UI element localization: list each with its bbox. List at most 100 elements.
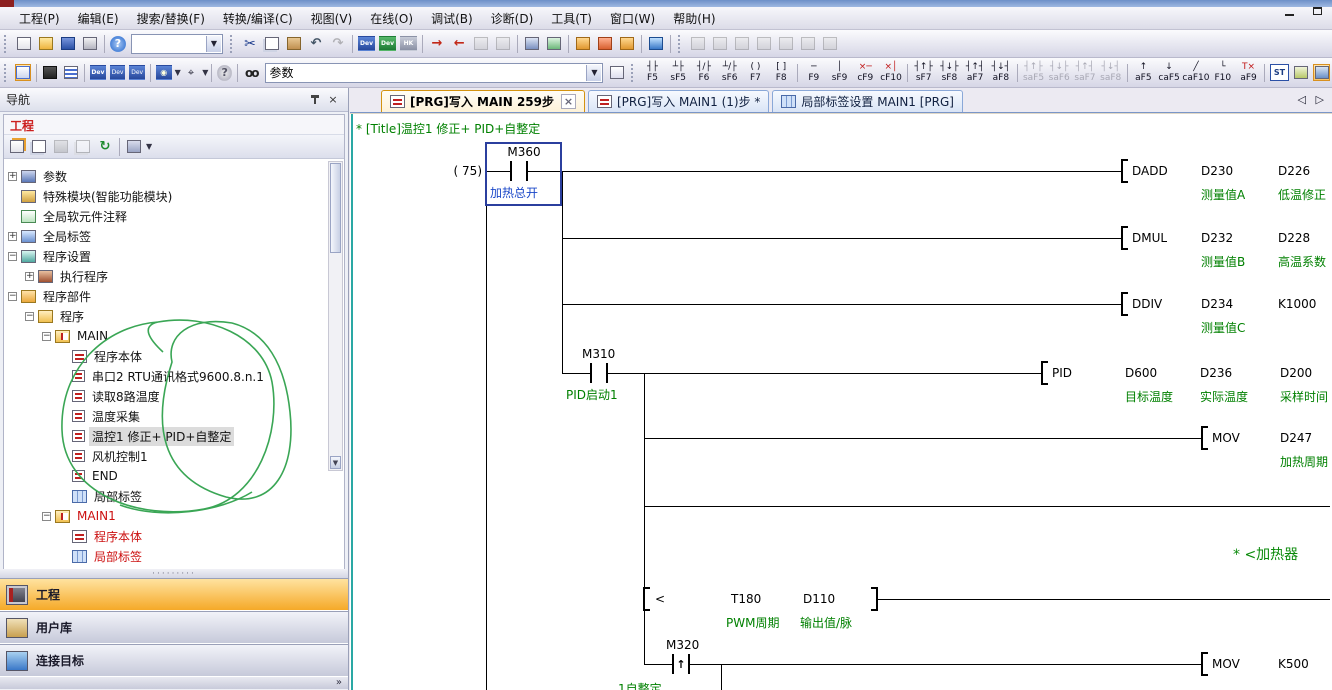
nav-user-library-button[interactable]: 用户库 <box>0 611 348 644</box>
nav-new-button[interactable] <box>8 138 26 155</box>
scrollbar-down-icon[interactable]: ▼ <box>330 456 341 469</box>
fkey-caF5-button[interactable]: ↓caF5 <box>1157 60 1182 86</box>
alarm-monitor-button[interactable] <box>821 35 839 52</box>
fkey-F5-button[interactable]: ┤├F5 <box>640 60 665 86</box>
fkey-aF8-button[interactable]: ┤↓┤aF8 <box>988 60 1013 86</box>
device-test2-button[interactable] <box>777 35 795 52</box>
cross-reference-button[interactable]: oo <box>243 64 260 81</box>
tree-item-4[interactable]: −程序设置 <box>4 246 344 266</box>
tree-item-17[interactable]: −MAIN1 <box>4 506 344 526</box>
page-find-button[interactable] <box>608 64 625 81</box>
fkey-F8-button[interactable]: [ ]F8 <box>769 60 794 86</box>
device-search-menu-button-dropdown-icon[interactable]: ▼ <box>202 68 208 77</box>
fkey-saF8-button[interactable]: ┤↓┤saF8 <box>1098 60 1123 86</box>
fkey-sF7-button[interactable]: ┤↑├sF7 <box>911 60 936 86</box>
tab-close-button[interactable]: × <box>561 94 576 109</box>
device-test-button[interactable] <box>545 35 563 52</box>
device-display-menu-button[interactable]: ◉ <box>156 65 172 80</box>
tree-item-10[interactable]: 串口2 RTU通讯格式9600.8.n.1 <box>4 366 344 386</box>
tree-expander-icon[interactable]: + <box>25 272 34 281</box>
fkey-cF9-button[interactable]: ×─cF9 <box>853 60 878 86</box>
combo-dropdown-icon[interactable]: ▼ <box>206 36 221 52</box>
help-button[interactable]: ? <box>110 36 126 52</box>
tree-item-14[interactable]: 风机控制1 <box>4 446 344 466</box>
tree-expander-icon[interactable]: − <box>42 332 51 341</box>
ladder-monitor-button[interactable] <box>689 35 707 52</box>
contact-m310[interactable] <box>590 363 608 383</box>
device-batch-find-button[interactable]: Dev <box>379 36 396 51</box>
edit-mode-button[interactable] <box>1313 64 1330 81</box>
menu-item-7[interactable]: 诊断(D) <box>482 8 543 29</box>
open-project-button[interactable] <box>37 35 55 52</box>
device-search-menu-button[interactable]: ⌖ <box>183 64 200 81</box>
restore-button[interactable] <box>1306 2 1328 19</box>
new-project-button[interactable] <box>15 35 33 52</box>
nav-copy-info-button[interactable] <box>74 138 92 155</box>
inline-st-button[interactable] <box>1293 64 1310 81</box>
menu-item-9[interactable]: 窗口(W) <box>601 8 664 29</box>
scrollbar-thumb[interactable] <box>330 163 341 253</box>
menu-item-6[interactable]: 调试(B) <box>422 8 482 29</box>
copy-button[interactable] <box>263 35 281 52</box>
tree-item-8[interactable]: −MAIN <box>4 326 344 346</box>
tab-2[interactable]: 局部标签设置 MAIN1 [PRG] <box>772 90 963 112</box>
save-project-button[interactable] <box>59 35 77 52</box>
contact-m320-rising[interactable]: ↑ <box>672 654 690 674</box>
pulse-monitor-button[interactable] <box>733 35 751 52</box>
tree-expander-icon[interactable]: − <box>42 512 51 521</box>
device-find-button[interactable]: Dev <box>358 36 375 51</box>
watch-window-button[interactable] <box>755 35 773 52</box>
minimize-button[interactable] <box>1278 2 1300 19</box>
tree-item-19[interactable]: 局部标签 <box>4 546 344 566</box>
nav-refresh-button[interactable]: ↻ <box>96 138 114 155</box>
fkey-aF5-button[interactable]: ↑aF5 <box>1131 60 1156 86</box>
ladder-editor[interactable]: * [Title]温控1 修正+ PID+自整定 ( 75) M360 加热总开… <box>350 113 1332 690</box>
tab-0[interactable]: [PRG]写入 MAIN 259步× <box>381 90 585 112</box>
menu-item-8[interactable]: 工具(T) <box>542 8 601 29</box>
tree-item-13[interactable]: 温控1 修正+ PID+自整定 <box>4 426 344 446</box>
tree-item-15[interactable]: END <box>4 466 344 486</box>
program-select-combo[interactable]: ▼ <box>131 34 223 54</box>
tree-expander-icon[interactable]: − <box>8 292 17 301</box>
close-panel-button[interactable]: × <box>324 92 342 108</box>
tab-scroll-right-icon[interactable]: ▷ <box>1316 93 1324 106</box>
device-comment-button[interactable]: Dev <box>90 65 106 80</box>
paste-button[interactable] <box>285 35 303 52</box>
device-search-combo[interactable]: 参数▼ <box>265 63 604 83</box>
tree-item-9[interactable]: 程序本体 <box>4 346 344 366</box>
plc-read-button[interactable]: → <box>450 35 468 52</box>
nav-sort-button[interactable] <box>125 138 143 155</box>
navigation-toggle-button[interactable] <box>15 64 32 81</box>
tree-item-6[interactable]: −程序部件 <box>4 286 344 306</box>
toolbar-grip[interactable] <box>4 64 10 82</box>
fkey-F10-button[interactable]: └F10 <box>1210 60 1235 86</box>
tree-item-11[interactable]: 读取8路温度 <box>4 386 344 406</box>
tab-scroll-left-icon[interactable]: ◁ <box>1298 93 1306 106</box>
print-button[interactable] <box>81 35 99 52</box>
menu-item-5[interactable]: 在线(O) <box>361 8 422 29</box>
comment-display-button[interactable] <box>63 64 80 81</box>
tree-item-18[interactable]: 程序本体 <box>4 526 344 546</box>
fkey-F6-button[interactable]: ┤/├F6 <box>692 60 717 86</box>
fkey-saF6-button[interactable]: ┤↓├saF6 <box>1047 60 1072 86</box>
nav-copy-button[interactable] <box>30 138 48 155</box>
combo-dropdown-icon[interactable]: ▼ <box>586 65 601 81</box>
menu-item-1[interactable]: 编辑(E) <box>69 8 128 29</box>
cut-button[interactable]: ✂ <box>241 35 259 52</box>
fkey-sF6-button[interactable]: ┴/├sF6 <box>717 60 742 86</box>
device-monitor-button[interactable] <box>523 35 541 52</box>
tree-item-5[interactable]: +执行程序 <box>4 266 344 286</box>
fkey-caF10-button[interactable]: ╱caF10 <box>1182 60 1209 86</box>
plc-verify-button[interactable] <box>472 35 490 52</box>
plc-write-button[interactable]: → <box>428 35 446 52</box>
tree-item-12[interactable]: 温度采集 <box>4 406 344 426</box>
tree-item-7[interactable]: −程序 <box>4 306 344 326</box>
menu-item-2[interactable]: 搜索/替换(F) <box>128 8 214 29</box>
menu-item-0[interactable]: 工程(P) <box>10 8 69 29</box>
tree-item-16[interactable]: 局部标签 <box>4 486 344 506</box>
help2-button[interactable]: ? <box>217 65 232 81</box>
monitor-mode-button[interactable] <box>647 35 665 52</box>
menu-item-4[interactable]: 视图(V) <box>302 8 362 29</box>
nav-connection-button[interactable]: 连接目标 <box>0 644 348 677</box>
fkey-aF7-button[interactable]: ┤↑┤aF7 <box>963 60 988 86</box>
